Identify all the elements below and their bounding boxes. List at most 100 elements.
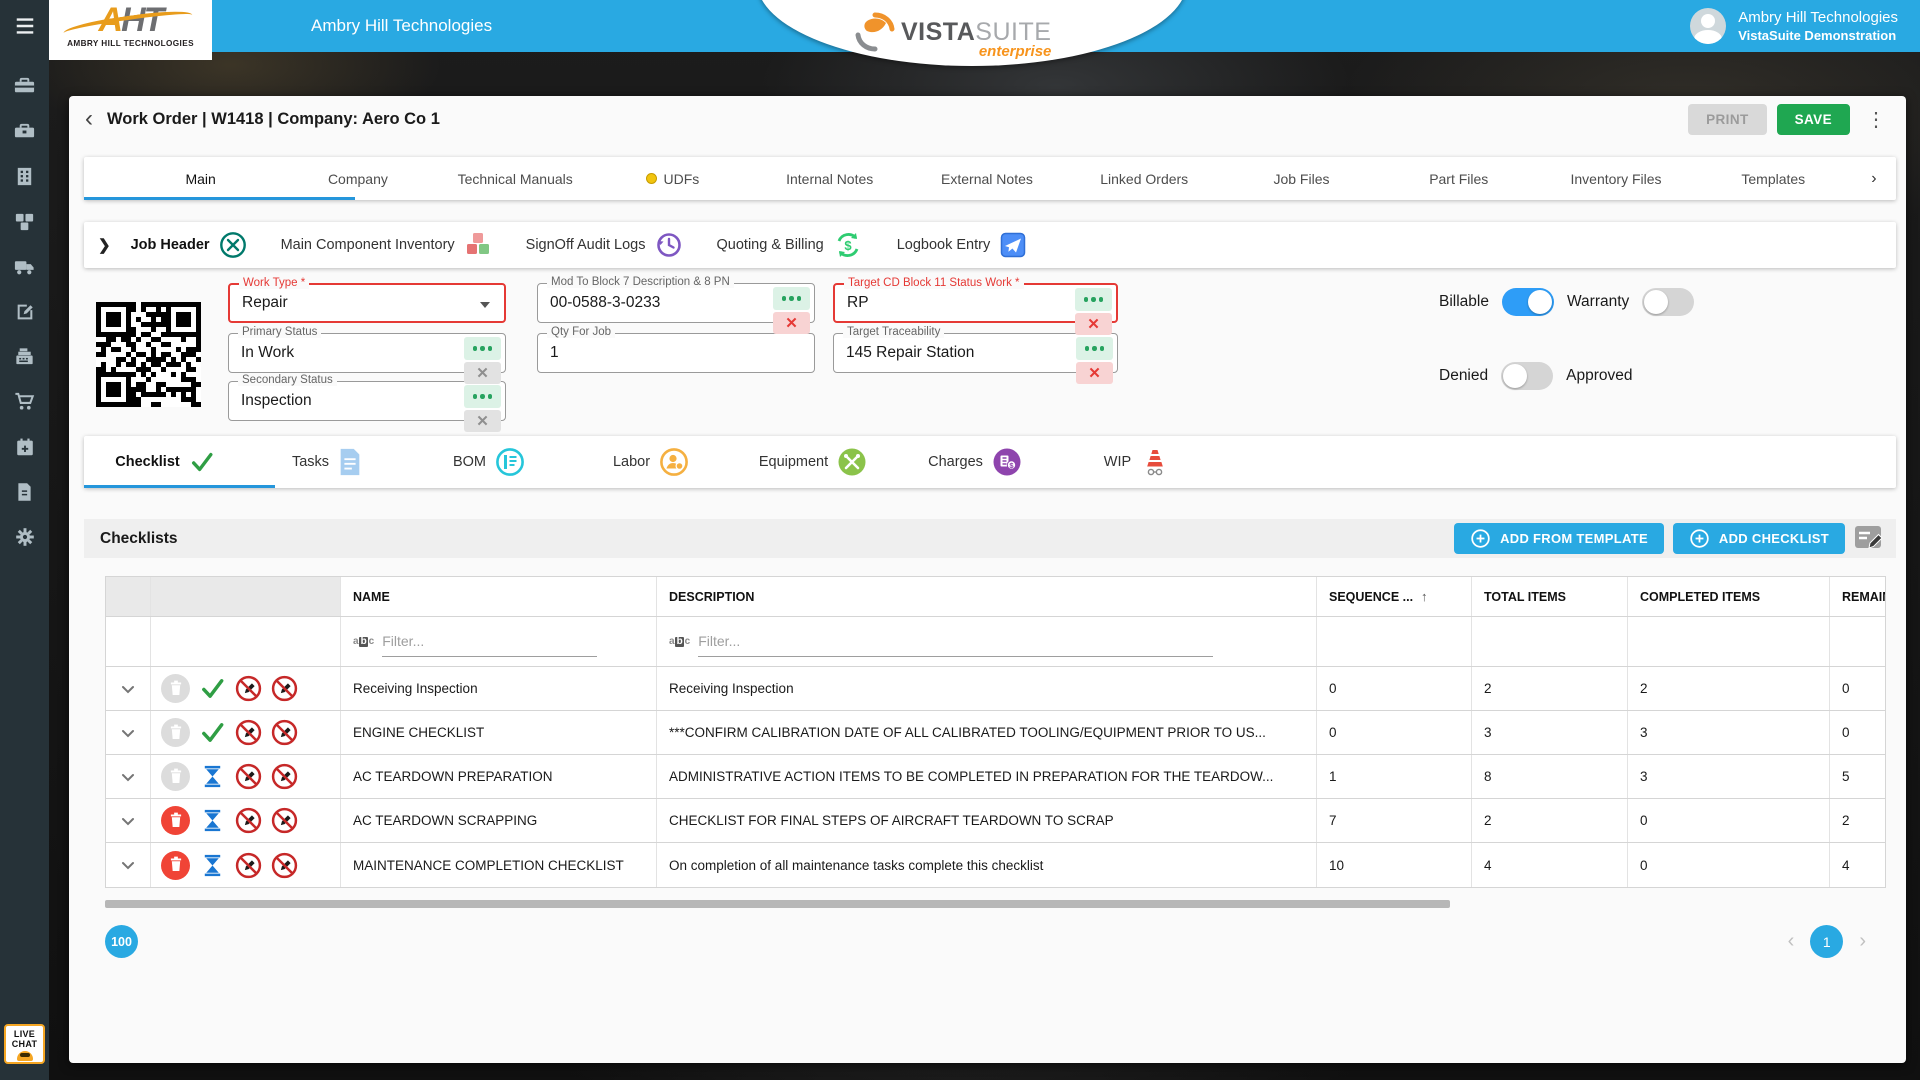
- tab-part-files[interactable]: Part Files: [1380, 157, 1537, 200]
- qty-for-job-field[interactable]: Qty For Job 1: [537, 333, 815, 373]
- print-button[interactable]: PRINT: [1688, 104, 1767, 135]
- cash-register-icon[interactable]: [13, 345, 36, 368]
- delete-checklist-button[interactable]: [161, 762, 190, 791]
- no-edit-icon: [235, 852, 262, 879]
- tab-tasks[interactable]: Tasks: [246, 436, 408, 488]
- filter-abc-icon[interactable]: abc: [669, 637, 690, 647]
- col-name[interactable]: NAME: [341, 577, 657, 616]
- tab-labor[interactable]: Labor: [570, 436, 732, 488]
- mod-to-block-clear-button[interactable]: ✕: [773, 312, 810, 334]
- delete-checklist-button[interactable]: [161, 851, 190, 880]
- filter-abc-icon[interactable]: abc: [353, 637, 374, 647]
- tab-job-files[interactable]: Job Files: [1223, 157, 1380, 200]
- detail-tab-bar: Checklist Tasks BOM Labor Equipment Char…: [84, 436, 1896, 488]
- add-from-template-button[interactable]: ADD FROM TEMPLATE: [1454, 523, 1664, 554]
- document-icon[interactable]: [13, 480, 36, 503]
- col-completed-items[interactable]: COMPLETED ITEMS: [1628, 577, 1830, 616]
- col-remaining[interactable]: REMAINING: [1830, 577, 1885, 616]
- save-button[interactable]: SAVE: [1777, 104, 1850, 135]
- calendar-add-icon[interactable]: [13, 435, 36, 458]
- inventory-cubes-icon[interactable]: [13, 210, 36, 233]
- no-edit-icon: [235, 807, 262, 834]
- current-page-button[interactable]: 1: [1810, 925, 1843, 958]
- tab-company[interactable]: Company: [279, 157, 436, 200]
- tab-wip[interactable]: WIP: [1056, 436, 1218, 488]
- shopping-cart-icon[interactable]: [13, 390, 36, 413]
- target-traceability-clear-button[interactable]: ✕: [1076, 362, 1113, 384]
- tab-checklist[interactable]: Checklist: [84, 436, 246, 488]
- row-expand-icon[interactable]: [106, 667, 151, 710]
- target-traceability-field[interactable]: Target Traceability 145 Repair Station ✕: [833, 333, 1118, 373]
- user-avatar[interactable]: [1690, 8, 1726, 44]
- subtab-signoff-audit-logs[interactable]: SignOff Audit Logs: [526, 231, 683, 259]
- secondary-status-clear-button[interactable]: ✕: [464, 410, 501, 432]
- row-expand-icon[interactable]: [106, 711, 151, 754]
- more-options-icon[interactable]: ⋮: [1858, 107, 1894, 132]
- tab-udfs[interactable]: UDFs: [594, 157, 751, 200]
- tab-bom[interactable]: BOM: [408, 436, 570, 488]
- tab-templates[interactable]: Templates: [1695, 157, 1852, 200]
- live-chat-button[interactable]: LIVE CHAT: [4, 1024, 45, 1064]
- denied-approved-toggle[interactable]: [1501, 362, 1553, 390]
- row-expand-icon[interactable]: [106, 755, 151, 798]
- subtab-logbook-entry[interactable]: Logbook Entry: [897, 231, 1028, 259]
- tab-inventory-files[interactable]: Inventory Files: [1537, 157, 1694, 200]
- page-size-button[interactable]: 100: [105, 925, 138, 958]
- col-total-items[interactable]: TOTAL ITEMS: [1472, 577, 1628, 616]
- primary-status-clear-button[interactable]: ✕: [464, 362, 501, 384]
- subtab-main-component-inventory[interactable]: Main Component Inventory: [281, 231, 492, 259]
- tab-internal-notes[interactable]: Internal Notes: [751, 157, 908, 200]
- primary-status-lookup-button[interactable]: [464, 337, 501, 360]
- secondary-status-lookup-button[interactable]: [464, 385, 501, 408]
- cell-completed-items: 0: [1628, 799, 1830, 842]
- settings-gear-icon[interactable]: [13, 525, 36, 548]
- tab-charges[interactable]: Charges $: [894, 436, 1056, 488]
- edit-grid-icon[interactable]: [1855, 526, 1886, 551]
- toolbox-icon[interactable]: [13, 75, 36, 98]
- building-icon[interactable]: [13, 165, 36, 188]
- col-sequence[interactable]: SEQUENCE ...↑: [1317, 577, 1472, 616]
- target-cd-lookup-button[interactable]: [1075, 288, 1112, 311]
- target-traceability-lookup-button[interactable]: [1076, 337, 1113, 360]
- description-filter-input[interactable]: [698, 627, 1213, 657]
- target-cd-field[interactable]: Target CD Block 11 Status Work * RP ✕: [833, 283, 1118, 323]
- tab-linked-orders[interactable]: Linked Orders: [1066, 157, 1223, 200]
- billable-label: Billable: [1439, 293, 1489, 311]
- delete-checklist-button[interactable]: [161, 806, 190, 835]
- edit-order-icon[interactable]: [13, 300, 36, 323]
- name-filter-input[interactable]: [382, 627, 597, 657]
- page-prev-icon[interactable]: ‹: [1788, 930, 1795, 953]
- primary-status-field[interactable]: Primary Status In Work ✕: [228, 333, 506, 373]
- checklists-section-bar: Checklists ADD FROM TEMPLATE ADD CHECKLI…: [84, 519, 1896, 558]
- truck-icon[interactable]: [13, 255, 36, 278]
- subtab-quoting-billing[interactable]: Quoting & Billing $: [717, 230, 863, 260]
- row-expand-icon[interactable]: [106, 843, 151, 887]
- mod-to-block-field[interactable]: Mod To Block 7 Description & 8 PN 00-058…: [537, 283, 815, 323]
- tab-external-notes[interactable]: External Notes: [908, 157, 1065, 200]
- page-next-icon[interactable]: ›: [1859, 930, 1866, 953]
- target-cd-clear-button[interactable]: ✕: [1075, 313, 1112, 335]
- toolbox-alt-icon[interactable]: [13, 120, 36, 143]
- secondary-status-field[interactable]: Secondary Status Inspection ✕: [228, 381, 506, 421]
- add-checklist-button[interactable]: ADD CHECKLIST: [1673, 523, 1845, 554]
- back-icon[interactable]: ‹: [85, 109, 93, 129]
- row-expand-icon[interactable]: [106, 799, 151, 842]
- delete-checklist-button[interactable]: [161, 674, 190, 703]
- user-block[interactable]: Ambry Hill Technologies VistaSuite Demon…: [1690, 8, 1898, 44]
- plus-circle-icon: [1470, 528, 1491, 549]
- delete-checklist-button[interactable]: [161, 718, 190, 747]
- subtab-job-header[interactable]: Job Header: [131, 231, 247, 259]
- tab-overflow-icon[interactable]: ›: [1852, 157, 1896, 200]
- billable-toggle[interactable]: [1502, 288, 1554, 316]
- col-description[interactable]: DESCRIPTION: [657, 577, 1317, 616]
- tab-technical-manuals[interactable]: Technical Manuals: [437, 157, 594, 200]
- tab-equipment[interactable]: Equipment: [732, 436, 894, 488]
- warranty-toggle[interactable]: [1642, 288, 1694, 316]
- menu-icon[interactable]: [0, 0, 49, 52]
- mod-to-block-lookup-button[interactable]: [773, 287, 810, 310]
- tab-main[interactable]: Main: [122, 157, 279, 200]
- dropdown-caret-icon[interactable]: [480, 302, 490, 308]
- horizontal-scrollbar[interactable]: [105, 900, 1450, 908]
- work-type-field[interactable]: Work Type * Repair: [228, 283, 506, 323]
- subtab-expander-icon[interactable]: ❯: [98, 236, 111, 254]
